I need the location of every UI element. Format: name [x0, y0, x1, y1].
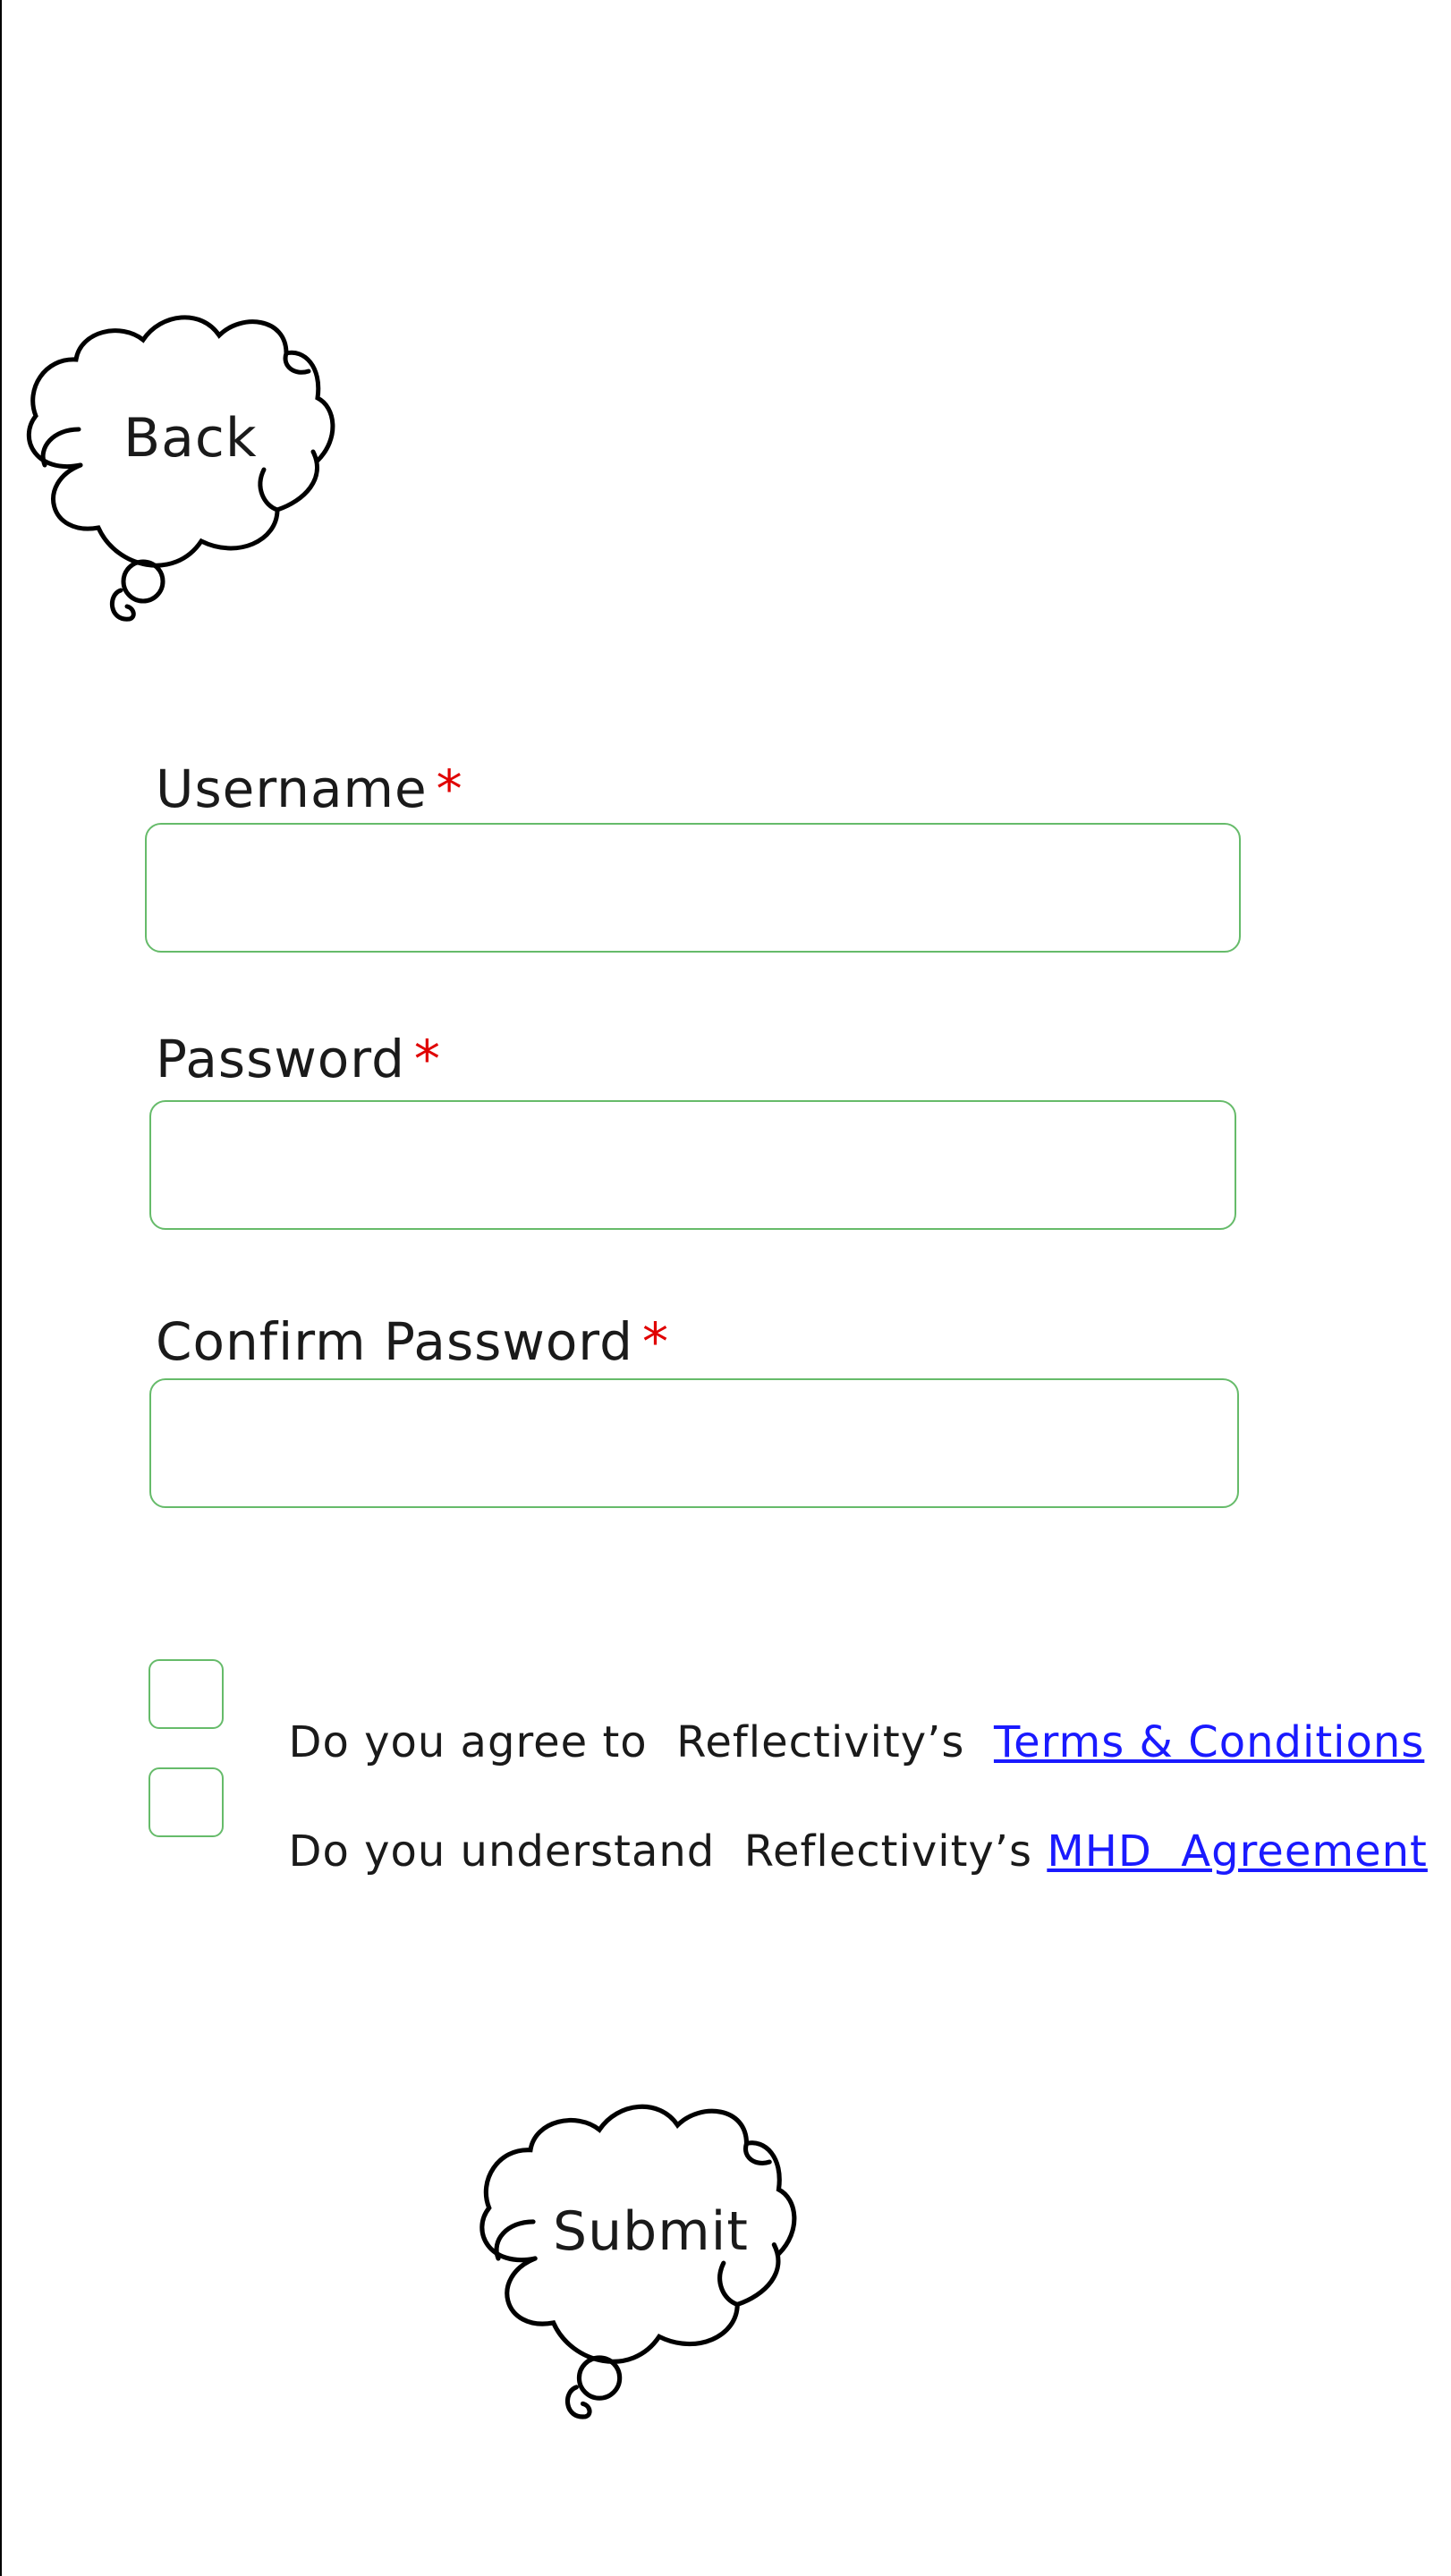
- terms-question: Do you agree to Reflectivity’s: [288, 1717, 994, 1767]
- password-label: Password *: [156, 1029, 441, 1089]
- username-label-text: Username: [156, 758, 428, 819]
- submit-button[interactable]: Submit: [467, 2093, 861, 2424]
- mhd-agreement-link[interactable]: MHD Agreement: [1047, 1826, 1428, 1877]
- mhd-agreement-checkbox[interactable]: [148, 1767, 224, 1837]
- confirm-password-required-mark: *: [641, 1311, 669, 1372]
- confirm-password-label: Confirm Password *: [156, 1311, 669, 1372]
- terms-agreement-text: Do you agree to Reflectivity’s Terms & C…: [259, 1667, 1424, 1767]
- back-button[interactable]: Back: [18, 304, 394, 626]
- username-label: Username *: [156, 758, 463, 819]
- mhd-agreement-text: Do you understand Reflectivity’s MHD Agr…: [259, 1776, 1428, 1877]
- confirm-password-input[interactable]: [149, 1378, 1239, 1508]
- submit-button-label: Submit: [553, 2200, 749, 2263]
- password-label-text: Password: [156, 1029, 405, 1089]
- confirm-password-label-text: Confirm Password: [156, 1311, 633, 1372]
- password-required-mark: *: [413, 1029, 441, 1089]
- password-input[interactable]: [149, 1100, 1236, 1230]
- username-input[interactable]: [145, 823, 1241, 953]
- username-required-mark: *: [436, 758, 463, 819]
- terms-conditions-link[interactable]: Terms & Conditions: [994, 1717, 1424, 1767]
- mhd-question: Do you understand Reflectivity’s: [288, 1826, 1048, 1877]
- page-left-border: [0, 0, 2, 2576]
- back-button-label: Back: [123, 407, 258, 470]
- terms-checkbox[interactable]: [148, 1659, 224, 1729]
